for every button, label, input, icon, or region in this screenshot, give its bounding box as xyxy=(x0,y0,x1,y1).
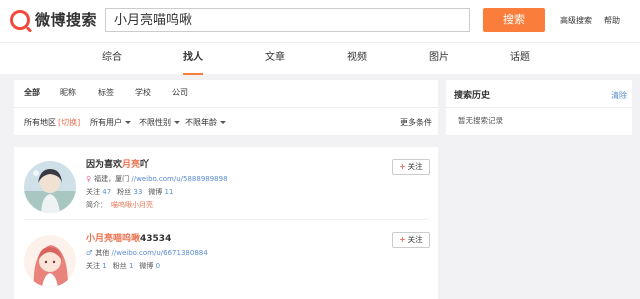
search-history-title: 搜索历史 xyxy=(454,91,491,101)
chevron-down-icon xyxy=(174,121,180,124)
divider xyxy=(14,107,438,108)
divider xyxy=(446,107,632,108)
plus-icon: + xyxy=(399,235,406,244)
weibo-search-logo[interactable]: 微博搜索 xyxy=(10,9,97,30)
weibo-count[interactable]: 0 xyxy=(156,262,160,270)
female-icon: ♀ xyxy=(86,175,92,183)
filter-all[interactable]: 全部 xyxy=(24,87,40,98)
tab-people[interactable]: 找人 xyxy=(173,43,213,75)
advanced-search-link[interactable]: 高级搜索 xyxy=(560,15,592,26)
weibo-count[interactable]: 11 xyxy=(165,188,174,196)
user-stats: 关注 47 粉丝 33 微博 11 xyxy=(86,188,174,196)
search-logo-icon xyxy=(10,9,30,30)
filter-nickname[interactable]: 昵称 xyxy=(60,87,76,98)
tab-articles[interactable]: 文章 xyxy=(255,43,295,75)
user-location: ♂ 其他 //weibo.com/u/6671380884 xyxy=(86,249,208,257)
tab-topics[interactable]: 话题 xyxy=(500,43,540,75)
chevron-down-icon xyxy=(220,121,226,124)
search-input[interactable]: 小月亮喵呜啾 xyxy=(105,8,470,32)
user-stats: 关注 1 粉丝 1 微博 0 xyxy=(86,262,161,270)
logo-text: 微博搜索 xyxy=(35,11,98,29)
user-url-link[interactable]: //weibo.com/u/5888989898 xyxy=(131,175,227,183)
user-type-dropdown[interactable]: 所有用户 xyxy=(90,117,131,128)
male-icon: ♂ xyxy=(86,249,93,257)
help-link[interactable]: 帮助 xyxy=(604,15,620,26)
user-results-list: 因为喜欢月亮吖 ♀ 福建，厦门 //weibo.com/u/5888989898 … xyxy=(14,147,438,299)
history-empty-text: 暂无搜索记录 xyxy=(458,116,503,125)
user-name[interactable]: 因为喜欢月亮吖 xyxy=(86,157,149,170)
user-name[interactable]: 小月亮喵呜啾43534 xyxy=(86,231,171,244)
filter-school[interactable]: 学校 xyxy=(135,87,151,98)
follow-button[interactable]: + 关注 xyxy=(392,159,430,175)
fans-count[interactable]: 1 xyxy=(129,262,133,270)
gender-dropdown[interactable]: 不限性别 xyxy=(139,117,180,128)
user-card: 小月亮喵呜啾43534 ♂ 其他 //weibo.com/u/6671380884… xyxy=(14,221,438,291)
filter-panel: 全部 昵称 标签 学校 公司 所有地区 [切换] 所有用户 不限性别 不限年龄 … xyxy=(14,80,438,135)
user-url-link[interactable]: //weibo.com/u/6671380884 xyxy=(112,249,208,257)
tab-all[interactable]: 综合 xyxy=(92,43,132,75)
filter-company[interactable]: 公司 xyxy=(172,87,188,98)
age-dropdown[interactable]: 不限年龄 xyxy=(185,117,226,128)
clear-history-link[interactable]: 清除 xyxy=(611,90,627,101)
tab-videos[interactable]: 视频 xyxy=(337,43,377,75)
top-bar: 微博搜索 小月亮喵呜啾 搜索 高级搜索 帮助 xyxy=(0,0,640,42)
region-label: 所有地区 xyxy=(24,118,56,127)
filter-tag[interactable]: 标签 xyxy=(98,87,114,98)
fans-count[interactable]: 33 xyxy=(133,188,142,196)
user-card: 因为喜欢月亮吖 ♀ 福建，厦门 //weibo.com/u/5888989898 … xyxy=(14,147,438,217)
follow-button[interactable]: + 关注 xyxy=(392,232,430,248)
search-button[interactable]: 搜索 xyxy=(483,8,545,32)
region-switch-link[interactable]: [切换] xyxy=(58,117,80,128)
user-avatar[interactable] xyxy=(24,161,76,213)
following-count[interactable]: 47 xyxy=(102,188,111,196)
plus-icon: + xyxy=(399,162,406,171)
user-intro: 简介： 喵呜啾小月亮 xyxy=(86,201,153,209)
tab-images[interactable]: 图片 xyxy=(419,43,459,75)
search-tabs: 综合 找人 文章 视频 图片 话题 xyxy=(0,42,640,75)
user-avatar[interactable] xyxy=(24,235,76,287)
search-history-panel: 搜索历史 清除 暂无搜索记录 xyxy=(446,80,632,135)
following-count[interactable]: 1 xyxy=(102,262,106,270)
more-conditions-link[interactable]: 更多条件 xyxy=(400,117,432,128)
divider xyxy=(24,219,428,220)
chevron-down-icon xyxy=(125,121,131,124)
user-location: ♀ 福建，厦门 //weibo.com/u/5888989898 xyxy=(86,175,228,183)
